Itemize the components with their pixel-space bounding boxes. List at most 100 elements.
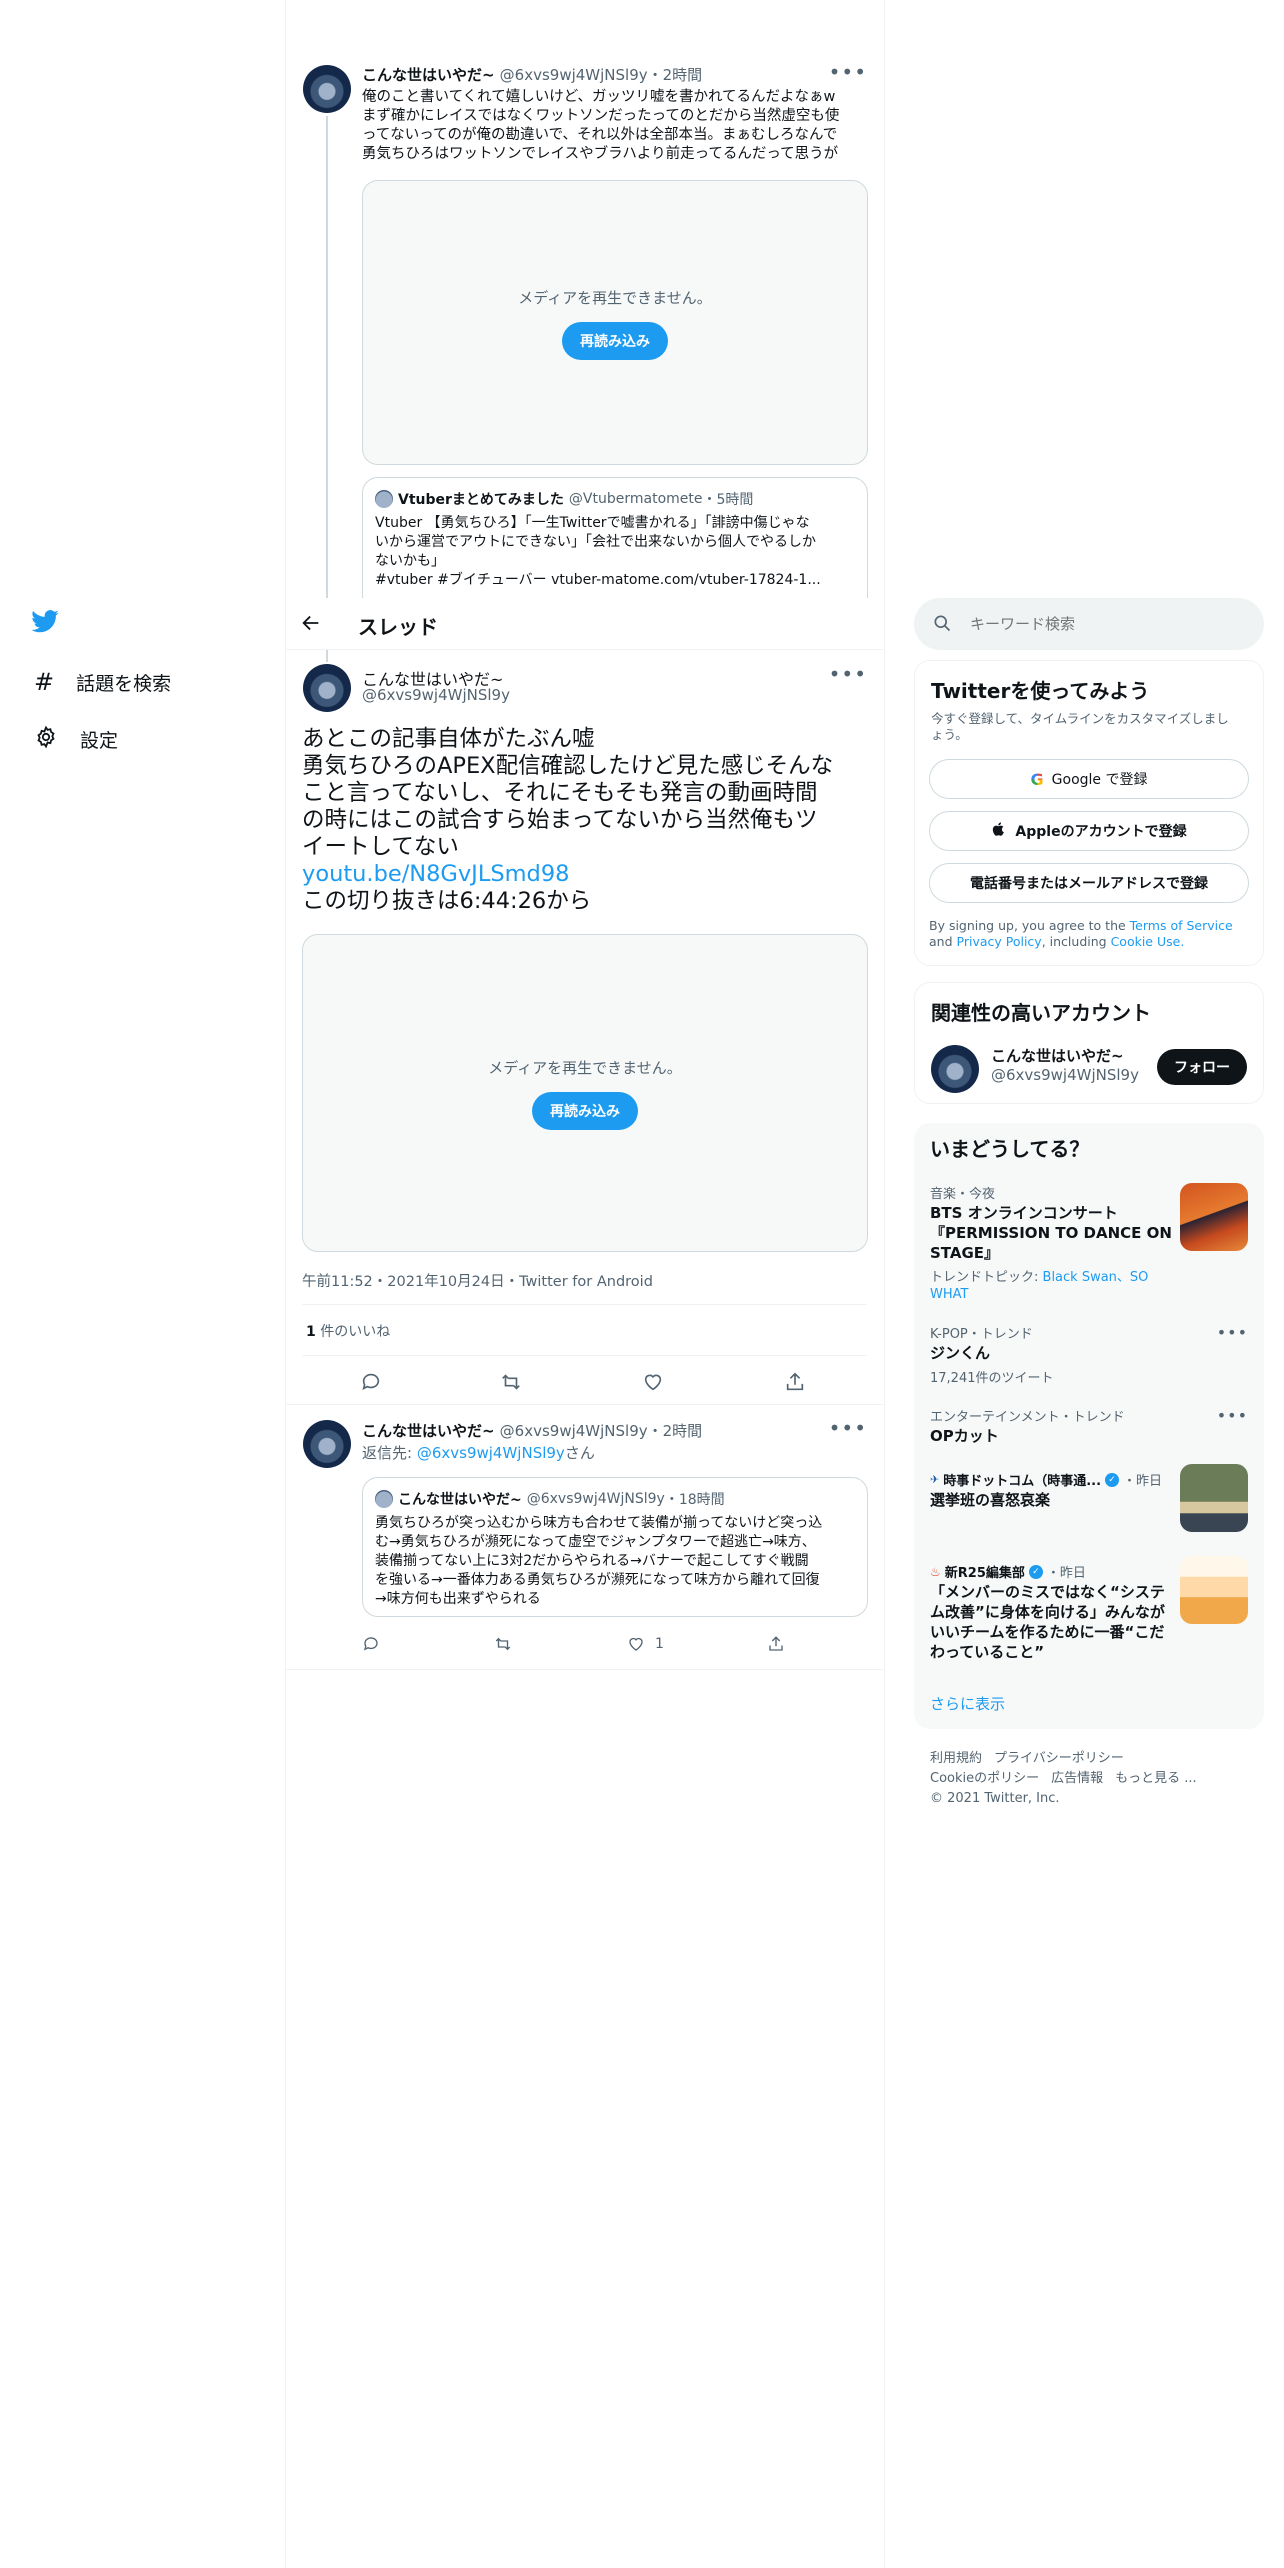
search-bar[interactable] — [914, 598, 1264, 650]
more-icon[interactable]: ••• — [829, 664, 867, 684]
retweet-icon — [495, 1637, 511, 1651]
reply-tweet[interactable]: こんな世はいやだ~ @6xvs9wj4WjNSl9y・2時間 ••• 返信先: … — [286, 1406, 883, 1670]
twitter-logo-icon[interactable] — [30, 607, 66, 643]
media-player[interactable]: メディアを再生できません。 再読み込み — [362, 180, 868, 465]
apple-signup-button[interactable]: Appleのアカウントで登録 — [929, 811, 1249, 851]
footer-links: 利用規約 プライバシーポリシー Cookieのポリシー 広告情報 もっと見る .… — [930, 1749, 1197, 1809]
tweet-text-line: ってないってのが俺の勘違いで、それ以外は全部本当。まぁむしろなんで — [362, 127, 838, 143]
trend-title-line: いいチームを作るために一番“こだ — [930, 1623, 1165, 1641]
author-name[interactable]: こんな世はいやだ~ — [362, 1422, 495, 1440]
trend-topic-link[interactable]: Black Swan、SO — [1043, 1270, 1149, 1285]
more-icon[interactable]: ••• — [1217, 1408, 1248, 1424]
likes-label: 件のいいね — [320, 1324, 391, 1340]
trend-item[interactable]: 音楽・今夜 BTS オンラインコンサート 『PERMISSION TO DANC… — [914, 1183, 1264, 1313]
trend-title-line: 「メンバーのミスではなく“システ — [930, 1583, 1165, 1601]
quoted-avatar — [375, 1490, 393, 1508]
tweet-text: 俺のこと書いてくれて嬉しいけど、ガッツリ嘘を書かれてるんだよなぁw まず確かにレ… — [362, 88, 839, 164]
reply-to-suffix: さん — [564, 1444, 595, 1462]
privacy-link[interactable]: Privacy Policy — [957, 934, 1042, 949]
avatar[interactable] — [303, 664, 351, 712]
youtube-link[interactable]: youtu.be/N8GvJLSmd98 — [302, 861, 833, 888]
trend-item[interactable]: ✈ 時事ドットコム（時事通... ✓ ・昨日 選挙班の喜怒哀楽 — [914, 1464, 1264, 1540]
share-button[interactable] — [767, 1635, 785, 1653]
author-handle[interactable]: @6xvs9wj4WjNSl9y — [362, 686, 510, 704]
signup-description: 今すぐ登録して、タイムラインをカスタマイズしまし ょう。 — [931, 711, 1229, 743]
nav-settings[interactable]: 設定 — [34, 725, 118, 753]
quoted-text-line: 勇気ちひろが突っ込むから味方も合わせて装備が揃ってないけど突っ込 — [375, 1515, 823, 1531]
show-more-link[interactable]: さらに表示 — [930, 1693, 1005, 1714]
follow-button[interactable]: フォロー — [1157, 1049, 1247, 1085]
legal-text: By signing up, you agree to the — [929, 918, 1126, 933]
right-column-divider — [884, 0, 885, 2568]
nav-explore[interactable]: # 話題を検索 — [34, 668, 171, 696]
signup-description-line: ょう。 — [931, 727, 968, 742]
avatar[interactable] — [303, 65, 351, 113]
tweet-time[interactable]: ・2時間 — [648, 1422, 703, 1440]
verified-icon: ✓ — [1028, 1564, 1043, 1579]
phone-email-signup-button[interactable]: 電話番号またはメールアドレスで登録 — [929, 863, 1249, 903]
heart-icon — [629, 1637, 643, 1651]
trend-title-line: STAGE』 — [930, 1244, 1000, 1262]
search-input[interactable] — [970, 611, 1240, 637]
author-name[interactable]: こんな世はいやだ~ — [362, 66, 495, 84]
reply-button[interactable] — [362, 1635, 380, 1653]
footer-link[interactable]: 利用規約 — [930, 1749, 982, 1769]
more-icon[interactable]: ••• — [829, 62, 867, 82]
footer-more-link[interactable]: もっと見る ... — [1115, 1769, 1197, 1789]
quoted-time: ・5時間 — [702, 492, 754, 508]
like-button[interactable] — [642, 1371, 664, 1393]
trend-title-line: ム改善”に身体を向ける」みんなが — [930, 1603, 1165, 1621]
news-source: 新R25編集部 — [944, 1566, 1025, 1581]
share-button[interactable] — [784, 1371, 806, 1393]
tweet-text-line: この切り抜きは6:44:26から — [302, 888, 592, 914]
divider — [286, 1404, 883, 1405]
account-name[interactable]: こんな世はいやだ~ — [991, 1045, 1124, 1066]
trend-title-line: BTS オンラインコンサート — [930, 1204, 1118, 1222]
author-handle[interactable]: @6xvs9wj4WjNSl9y — [500, 66, 648, 84]
footer-link[interactable]: 広告情報 — [1051, 1769, 1103, 1789]
parent-tweet[interactable]: こんな世はいやだ~ @6xvs9wj4WjNSl9y・2時間 ••• 俺のこと書… — [286, 50, 883, 598]
reload-button[interactable]: 再読み込み — [562, 322, 668, 360]
avatar[interactable] — [931, 1045, 979, 1093]
footer-link[interactable]: プライバシーポリシー — [994, 1749, 1124, 1769]
like-button[interactable]: 1 — [627, 1635, 664, 1653]
reload-button[interactable]: 再読み込み — [532, 1092, 638, 1130]
more-icon[interactable]: ••• — [1217, 1325, 1248, 1341]
news-time: ・昨日 — [1123, 1474, 1163, 1489]
trend-item[interactable]: エンターテインメント・トレンド OPカット ••• — [914, 1406, 1264, 1450]
more-icon[interactable]: ••• — [829, 1418, 867, 1438]
terms-link[interactable]: Terms of Service — [1130, 918, 1233, 933]
reply-to-handle[interactable]: @6xvs9wj4WjNSl9y — [417, 1444, 565, 1462]
likes-stat[interactable]: 1 件のいいね — [306, 1321, 390, 1341]
media-error-message: メディアを再生できません。 — [488, 1059, 682, 1077]
account-handle[interactable]: @6xvs9wj4WjNSl9y — [991, 1066, 1139, 1084]
cookie-link[interactable]: Cookie Use. — [1111, 934, 1185, 949]
avatar[interactable] — [303, 1420, 351, 1468]
trend-meta: K-POP・トレンド — [930, 1327, 1033, 1342]
media-player[interactable]: メディアを再生できません。 再読み込み — [302, 934, 868, 1252]
trend-title: BTS オンラインコンサート 『PERMISSION TO DANCE ON S… — [930, 1203, 1172, 1263]
tweet-text-line: 勇気ちひろはワットソンでレイスやブラハより前走ってるんだって思うが — [362, 146, 839, 162]
trend-item[interactable]: ♨ 新R25編集部 ✓ ・昨日 「メンバーのミスではなく“システ ム改善”に身体… — [914, 1556, 1264, 1662]
retweet-button[interactable] — [494, 1635, 512, 1653]
retweet-button[interactable] — [500, 1371, 522, 1393]
quoted-author-handle: @6xvs9wj4WjNSl9y — [526, 1491, 665, 1507]
nav-settings-label: 設定 — [80, 729, 119, 752]
related-title: 関連性の高いアカウント — [931, 1001, 1151, 1025]
back-arrow-icon[interactable] — [300, 612, 322, 638]
google-signup-button[interactable]: G Google で登録 — [929, 759, 1249, 799]
author-handle[interactable]: @6xvs9wj4WjNSl9y — [500, 1422, 648, 1440]
apple-signup-label: Appleのアカウントで登録 — [1015, 824, 1187, 840]
reply-button[interactable] — [360, 1371, 382, 1393]
news-time: ・昨日 — [1046, 1566, 1086, 1581]
trends-card: いまどうしてる？ 音楽・今夜 BTS オンラインコンサート 『PERMISSIO… — [914, 1123, 1264, 1729]
tweet-time[interactable]: ・2時間 — [648, 66, 703, 84]
footer-link[interactable]: Cookieのポリシー — [930, 1769, 1039, 1789]
thread-line — [326, 650, 328, 662]
share-icon — [786, 1372, 804, 1391]
trend-topic-link[interactable]: WHAT — [930, 1286, 1148, 1303]
quoted-tweet[interactable]: Vtuberまとめてみました @Vtubermatomete ・5時間 Vtube… — [362, 477, 868, 598]
trend-item[interactable]: K-POP・トレンド ジンくん 17,241件のツイート ••• — [914, 1323, 1264, 1387]
quoted-tweet[interactable]: こんな世はいやだ~ @6xvs9wj4WjNSl9y ・18時間 勇気ちひろが突っ… — [362, 1477, 868, 1617]
tweet-timestamp[interactable]: 午前11:52・2021年10月24日・Twitter for Android — [302, 1270, 653, 1291]
